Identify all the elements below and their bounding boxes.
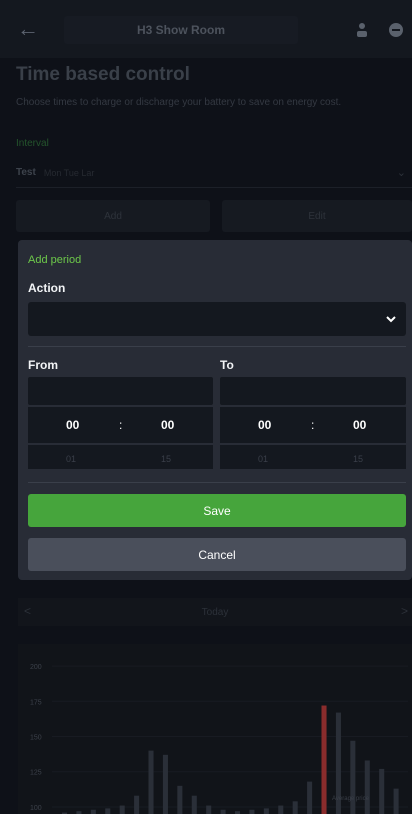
- chart-bar: [292, 801, 298, 814]
- interval-label: Interval: [16, 138, 49, 149]
- chart-bar: [191, 795, 197, 814]
- chart-bar: [393, 788, 399, 814]
- page-title: H3 Show Room: [64, 16, 298, 44]
- from-picker-next-row[interactable]: 01 15: [28, 445, 213, 469]
- to-next-minute: 15: [353, 454, 364, 464]
- interval-select-days: Mon Tue Lar: [43, 167, 95, 178]
- chart-ytick-label: 175: [30, 699, 42, 706]
- chart-bar: [148, 750, 154, 814]
- chart-bar: [105, 808, 111, 814]
- previous-day-button[interactable]: <: [24, 604, 31, 618]
- page-description: Choose times to charge or discharge your…: [16, 97, 342, 108]
- from-label: From: [28, 358, 58, 372]
- chart-bar: [249, 809, 255, 814]
- chat-icon: [389, 23, 403, 37]
- chart-bar: [364, 760, 370, 814]
- date-navigator: < Today >: [18, 598, 412, 626]
- to-label: To: [220, 358, 234, 372]
- price-chart-svg: 200 175 150 125 100: [30, 664, 408, 814]
- to-picker-prev-row[interactable]: [220, 377, 406, 405]
- to-minute[interactable]: 00: [353, 418, 366, 432]
- chart-legend: Average price: [332, 796, 369, 802]
- user-button[interactable]: [348, 16, 376, 44]
- interval-select[interactable]: Test Mon Tue Lar ⌄: [16, 158, 412, 188]
- chevron-down-icon: [386, 316, 396, 323]
- chart-bar: [263, 808, 269, 814]
- next-day-button[interactable]: >: [401, 604, 408, 618]
- chart-bar: [206, 805, 212, 814]
- action-select[interactable]: [28, 302, 406, 336]
- to-next-hour: 01: [258, 454, 269, 464]
- chart-bar: [90, 809, 96, 814]
- add-button[interactable]: Add: [16, 200, 210, 232]
- user-icon: [357, 23, 367, 37]
- chart-ytick-label: 100: [30, 805, 42, 812]
- chart-bar: [321, 705, 327, 814]
- dialog-title: Add period: [28, 254, 82, 266]
- back-button[interactable]: ←: [12, 16, 44, 42]
- edit-button[interactable]: Edit: [222, 200, 412, 232]
- chat-button[interactable]: [382, 16, 410, 44]
- save-button[interactable]: Save: [28, 494, 406, 527]
- from-next-minute: 15: [161, 454, 172, 464]
- chart-bar: [350, 740, 356, 814]
- price-chart: 200 175 150 125 100: [18, 644, 412, 814]
- chart-bar: [134, 795, 140, 814]
- chevron-down-icon: ⌄: [396, 167, 406, 179]
- from-next-hour: 01: [66, 454, 77, 464]
- chart-bar: [119, 805, 125, 814]
- chart-bar: [162, 754, 168, 814]
- to-time-picker[interactable]: 00 : 00: [220, 407, 406, 443]
- from-hour[interactable]: 00: [66, 418, 79, 432]
- arrow-left-icon: ←: [17, 16, 39, 41]
- chart-bar: [177, 785, 183, 814]
- from-picker-prev-row[interactable]: [28, 377, 213, 405]
- cancel-button[interactable]: Cancel: [28, 538, 406, 571]
- chart-ytick-label: 125: [30, 770, 42, 777]
- from-separator: :: [119, 418, 123, 432]
- chart-bar: [220, 809, 226, 814]
- chart-ytick-label: 150: [30, 735, 42, 742]
- chart-bar: [278, 805, 284, 814]
- to-separator: :: [311, 418, 315, 432]
- action-label: Action: [28, 281, 66, 295]
- chart-bar: [379, 768, 385, 814]
- from-time-picker[interactable]: 00 : 00: [28, 407, 213, 443]
- from-minute[interactable]: 00: [161, 418, 174, 432]
- date-label: Today: [201, 606, 229, 618]
- to-hour[interactable]: 00: [258, 418, 271, 432]
- page-heading: Time based control: [16, 64, 190, 85]
- to-picker-next-row[interactable]: 01 15: [220, 445, 406, 469]
- interval-select-value: Test: [16, 167, 36, 178]
- divider: [28, 482, 406, 483]
- app-header: ← H3 Show Room: [0, 0, 412, 58]
- chart-bar: [307, 781, 313, 814]
- divider: [28, 346, 406, 347]
- chart-ytick-label: 200: [30, 664, 42, 671]
